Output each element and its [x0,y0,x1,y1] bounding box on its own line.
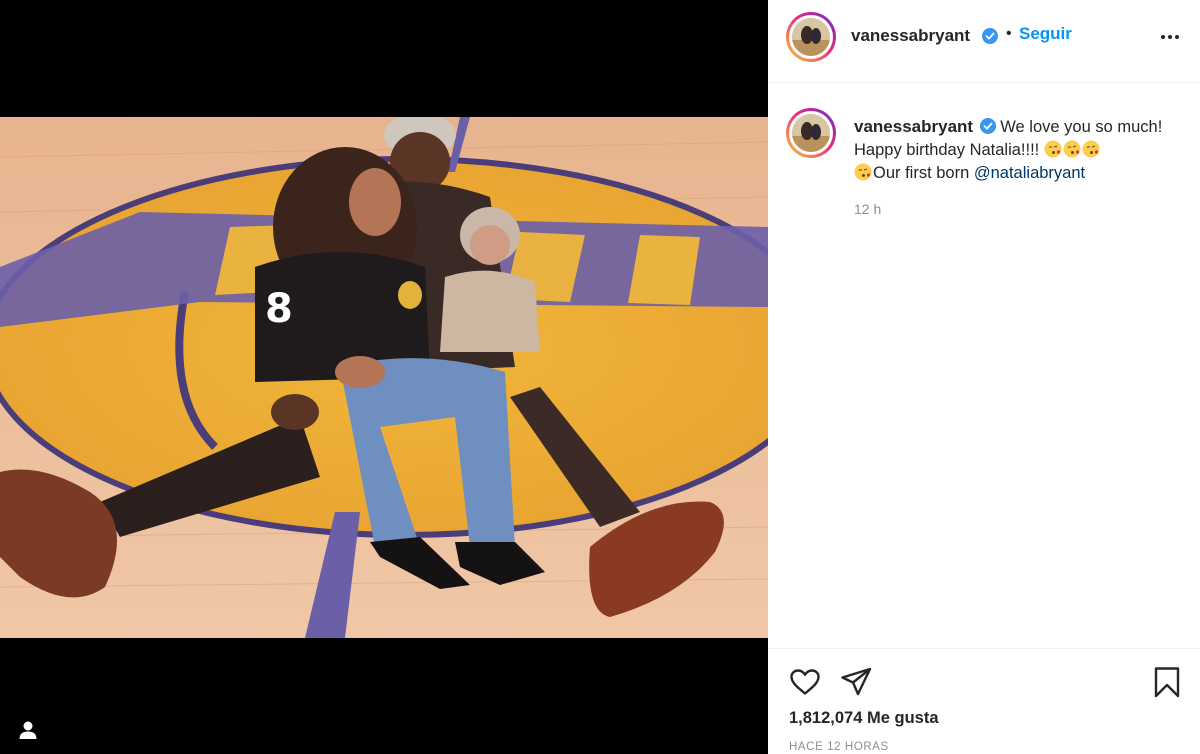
caption-username[interactable]: vanessabryant [854,117,973,136]
header-username[interactable]: vanessabryant [851,26,970,46]
header-separator: • [1006,25,1012,42]
kissing-face-emoji [1063,140,1081,158]
verified-badge-icon [982,28,998,47]
header-avatar[interactable] [786,12,836,62]
post-photo-illustration: 8 [0,117,768,638]
kissing-face-emoji [854,163,872,181]
caption-text-2: Our first born [873,164,974,182]
svg-text:8: 8 [265,286,293,332]
follow-button[interactable]: Seguir [1019,24,1072,44]
comments-area: vanessabryant We love you so much! Happy… [768,83,1200,648]
likes-count[interactable]: 1,812,074 Me gusta [789,709,939,728]
caption-time[interactable]: 12 h [854,201,881,217]
more-options-icon[interactable] [1158,24,1182,48]
media-panel: 8 [0,0,768,754]
caption-avatar[interactable] [786,108,836,158]
post-caption: vanessabryant We love you so much! Happy… [854,115,1184,185]
kissing-face-emoji [1082,140,1100,158]
post-photo[interactable]: 8 [0,117,768,638]
paper-plane-icon[interactable] [839,665,873,699]
heart-icon[interactable] [788,665,822,699]
mention-link[interactable]: @nataliabryant [974,164,1085,182]
tag-user-icon[interactable] [16,718,40,742]
verified-badge-icon [979,118,996,134]
post-date[interactable]: HACE 12 HORAS [789,741,889,753]
post-header: vanessabryant • Seguir [768,0,1200,83]
post-side-panel: vanessabryant • Seguir vanessabryant We … [768,0,1200,754]
post-actions: 1,812,074 Me gusta HACE 12 HORAS [768,648,1200,754]
kissing-face-emoji [1044,140,1062,158]
bookmark-icon[interactable] [1150,665,1184,699]
